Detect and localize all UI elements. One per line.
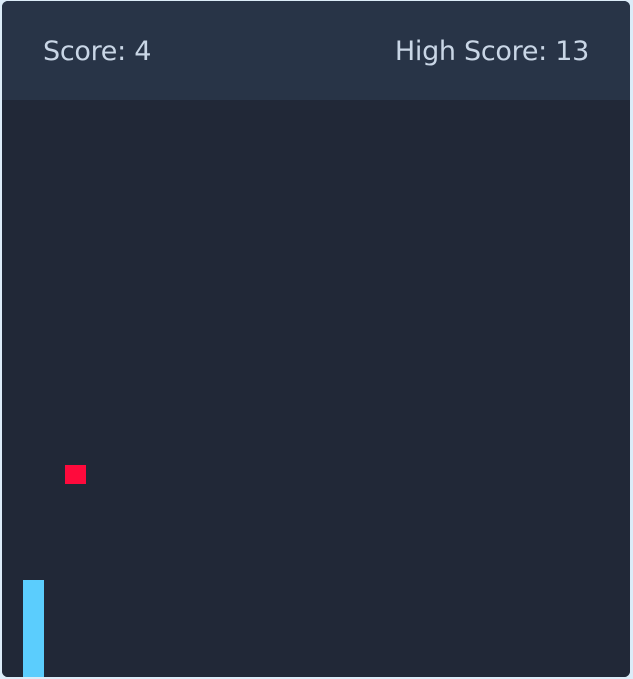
game-board[interactable] <box>2 100 630 677</box>
food-icon <box>65 465 86 484</box>
snake-icon <box>23 580 44 677</box>
high-score-label: High Score: 13 <box>394 36 589 67</box>
score-label: Score: 4 <box>43 36 152 67</box>
score-bar: Score: 4 High Score: 13 <box>2 1 630 100</box>
game-window[interactable]: Score: 4 High Score: 13 <box>2 1 630 677</box>
